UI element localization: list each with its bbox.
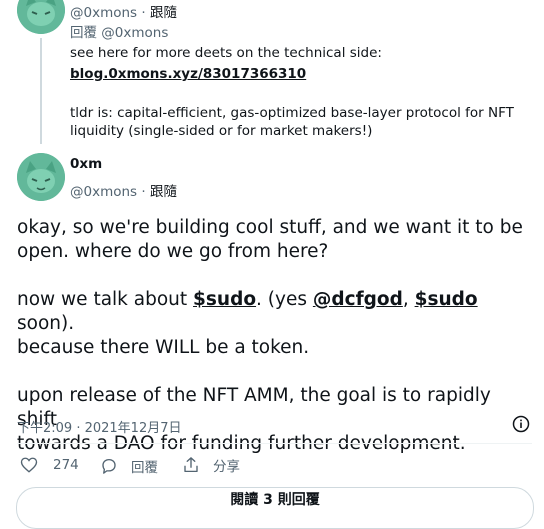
like-action[interactable]: 274 [20, 456, 79, 474]
thread-line [40, 38, 42, 144]
cashtag-sudo[interactable]: $sudo [193, 289, 256, 310]
replying-to-handle[interactable]: @0xmons [101, 25, 168, 41]
share-label: 分享 [213, 459, 240, 475]
reply-link[interactable]: blog.0xmons.xyz/83017366310 [70, 65, 530, 83]
reply-icon [102, 458, 116, 474]
cashtag-sudo-2[interactable]: $sudo [415, 289, 478, 310]
p2-text-b: . (yes [256, 289, 313, 310]
separator: · [141, 184, 146, 200]
p1-line-2: open. where do we go from here? [17, 241, 329, 262]
separator: · [141, 5, 146, 21]
p2-text-a: now we talk about [17, 289, 194, 310]
timestamp[interactable]: 下午2:09 · 2021年12月7日 [17, 417, 182, 436]
reply-body: see here for more deets on the technical… [70, 44, 530, 140]
replying-label: 回覆 [70, 25, 97, 41]
p2-text-c: , [402, 289, 415, 310]
read-replies-label: 閱讀 3 則回覆 [230, 492, 320, 508]
info-icon[interactable] [512, 415, 530, 437]
reply-label: 回覆 [131, 460, 158, 476]
p2-text-d: soon). [17, 313, 75, 334]
main-follow-button[interactable]: 跟隨 [150, 184, 177, 200]
avatar[interactable] [17, 0, 65, 34]
heart-icon [20, 457, 38, 473]
display-name[interactable]: 0xm [70, 156, 102, 172]
main-handle[interactable]: @0xmons [70, 184, 137, 200]
share-action[interactable]: 分享 [182, 455, 240, 475]
p1-line-1: okay, so we're building cool stuff, and … [17, 217, 523, 238]
reply-line-3: tldr is: capital-efficient, gas-optimize… [70, 105, 514, 121]
mention-dcfgod[interactable]: @dcfgod [313, 289, 403, 310]
main-handle-row: @0xmons · 跟隨 [70, 180, 177, 200]
reply-line-1: see here for more deets on the technical… [70, 45, 382, 61]
reply-action[interactable]: 回覆 [100, 456, 158, 476]
reply-handle[interactable]: @0xmons [70, 5, 137, 21]
p2-line-2: because there WILL be a token. [17, 337, 310, 358]
like-count: 274 [53, 457, 79, 473]
replying-to: 回覆 @0xmons [70, 21, 168, 41]
main-avatar[interactable] [17, 153, 65, 201]
divider [17, 443, 532, 444]
reply-handle-row: @0xmons · 跟隨 [70, 1, 177, 21]
follow-button[interactable]: 跟隨 [150, 5, 177, 21]
reply-line-4: liquidity (single-sided or for market ma… [70, 123, 373, 139]
display-name-text: 0xm [70, 156, 103, 172]
p2-line-1: now we talk about $sudo. (yes @dcfgod, $… [17, 288, 532, 336]
read-replies-button[interactable]: 閱讀 3 則回覆 [16, 487, 534, 529]
share-icon [184, 457, 198, 473]
